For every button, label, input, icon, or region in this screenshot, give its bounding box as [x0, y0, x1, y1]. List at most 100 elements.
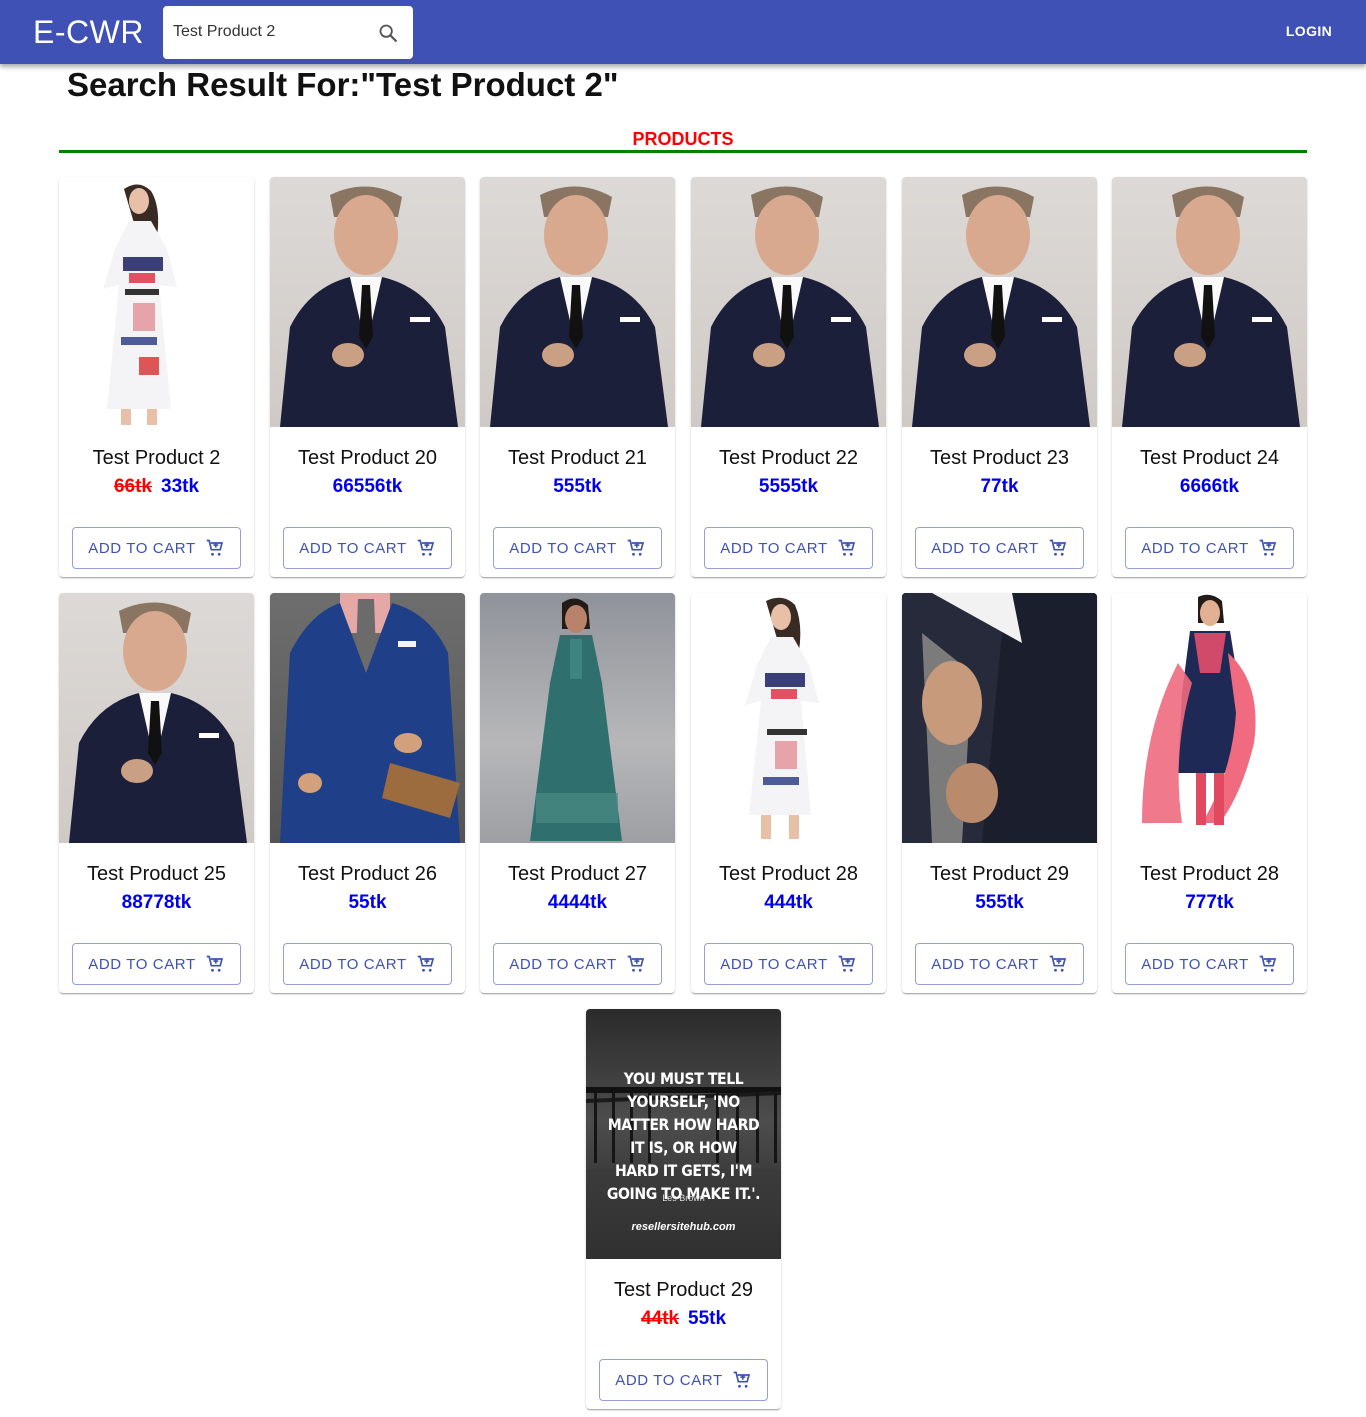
product-name[interactable]: Test Product 27: [480, 862, 675, 886]
product-price: 555tk: [480, 476, 675, 498]
product-card[interactable]: Test Product 21 555tk ADD TO CART: [480, 177, 675, 577]
add-to-cart-label: ADD TO CART: [720, 539, 828, 557]
current-price: 4444tk: [547, 892, 608, 913]
product-card[interactable]: Test Product 23 77tk ADD TO CART: [902, 177, 1097, 577]
quote-author: Les Brown: [662, 1193, 705, 1203]
old-price: 66tk: [113, 476, 152, 497]
add-to-cart-label: ADD TO CART: [299, 955, 407, 973]
product-card[interactable]: Test Product 20 66556tk ADD TO CART: [270, 177, 465, 577]
cart-icon: [626, 538, 646, 558]
product-card[interactable]: Test Product 29 555tk ADD TO CART: [902, 593, 1097, 993]
product-image[interactable]: [1112, 177, 1307, 427]
product-name[interactable]: Test Product 23: [902, 446, 1097, 470]
add-to-cart-label: ADD TO CART: [720, 955, 828, 973]
add-to-cart-button[interactable]: ADD TO CART: [493, 943, 662, 985]
product-name[interactable]: Test Product 26: [270, 862, 465, 886]
cart-icon: [416, 538, 436, 558]
add-to-cart-label: ADD TO CART: [509, 539, 617, 557]
login-button[interactable]: LOGIN: [1276, 16, 1342, 46]
product-name[interactable]: Test Product 22: [691, 446, 886, 470]
product-name[interactable]: Test Product 28: [1112, 862, 1307, 886]
cart-icon: [837, 538, 857, 558]
product-image[interactable]: [480, 177, 675, 427]
add-to-cart-button[interactable]: ADD TO CART: [283, 943, 452, 985]
current-price: 55tk: [348, 892, 387, 913]
add-to-cart-label: ADD TO CART: [931, 539, 1039, 557]
product-card[interactable]: Test Product 28 777tk ADD TO CART: [1112, 593, 1307, 993]
product-card[interactable]: Test Product 26 55tk ADD TO CART: [270, 593, 465, 993]
product-name[interactable]: Test Product 28: [691, 862, 886, 886]
add-to-cart-button[interactable]: ADD TO CART: [1125, 943, 1294, 985]
product-price: 5555tk: [691, 476, 886, 498]
product-card[interactable]: YOU MUST TELL YOURSELF, 'NO MATTER HOW H…: [586, 1009, 781, 1409]
product-price: 6666tk: [1112, 476, 1307, 498]
add-to-cart-button[interactable]: ADD TO CART: [704, 943, 873, 985]
search-icon[interactable]: [374, 19, 402, 47]
product-image[interactable]: [1112, 593, 1307, 843]
product-image[interactable]: YOU MUST TELL YOURSELF, 'NO MATTER HOW H…: [586, 1009, 781, 1259]
search-result-title: Search Result For:"Test Product 2": [67, 66, 619, 103]
product-image[interactable]: [691, 593, 886, 843]
product-card[interactable]: Test Product 24 6666tk ADD TO CART: [1112, 177, 1307, 577]
current-price: 77tk: [980, 476, 1019, 497]
quote-site: resellersitehub.com: [631, 1221, 736, 1233]
search-box: [163, 6, 413, 59]
product-price: 88778tk: [59, 892, 254, 914]
product-card[interactable]: Test Product 2 66tk 33tk ADD TO CART: [59, 177, 254, 577]
add-to-cart-button[interactable]: ADD TO CART: [72, 943, 241, 985]
product-price: 66556tk: [270, 476, 465, 498]
cart-icon: [626, 954, 646, 974]
current-price: 88778tk: [121, 892, 192, 913]
product-name[interactable]: Test Product 25: [59, 862, 254, 886]
product-image[interactable]: [59, 593, 254, 843]
add-to-cart-button[interactable]: ADD TO CART: [493, 527, 662, 569]
product-card[interactable]: Test Product 25 88778tk ADD TO CART: [59, 593, 254, 993]
add-to-cart-button[interactable]: ADD TO CART: [1125, 527, 1294, 569]
product-name[interactable]: Test Product 24: [1112, 446, 1307, 470]
product-name[interactable]: Test Product 21: [480, 446, 675, 470]
product-card[interactable]: Test Product 28 444tk ADD TO CART: [691, 593, 886, 993]
product-image[interactable]: [902, 177, 1097, 427]
cart-icon: [1048, 538, 1068, 558]
cart-icon: [416, 954, 436, 974]
current-price: 444tk: [764, 892, 813, 913]
product-name[interactable]: Test Product 2: [59, 446, 254, 470]
add-to-cart-button[interactable]: ADD TO CART: [915, 527, 1084, 569]
add-to-cart-button[interactable]: ADD TO CART: [704, 527, 873, 569]
add-to-cart-label: ADD TO CART: [1141, 539, 1249, 557]
quote-text: YOU MUST TELL YOURSELF, 'NO MATTER HOW H…: [606, 1069, 761, 1203]
current-price: 555tk: [553, 476, 602, 497]
product-price: 777tk: [1112, 892, 1307, 914]
add-to-cart-label: ADD TO CART: [88, 955, 196, 973]
add-to-cart-label: ADD TO CART: [509, 955, 617, 973]
current-price: 5555tk: [758, 476, 819, 497]
current-price: 777tk: [1185, 892, 1234, 913]
add-to-cart-button[interactable]: ADD TO CART: [599, 1359, 768, 1401]
product-card[interactable]: Test Product 27 4444tk ADD TO CART: [480, 593, 675, 993]
cart-icon: [205, 538, 225, 558]
add-to-cart-button[interactable]: ADD TO CART: [915, 943, 1084, 985]
search-input[interactable]: [173, 18, 368, 46]
product-price: 55tk: [270, 892, 465, 914]
product-image[interactable]: [480, 593, 675, 843]
brand-logo[interactable]: E-CWR: [33, 13, 144, 51]
add-to-cart-label: ADD TO CART: [615, 1371, 723, 1389]
product-image[interactable]: [902, 593, 1097, 843]
product-name[interactable]: Test Product 20: [270, 446, 465, 470]
current-price: 6666tk: [1179, 476, 1240, 497]
cart-icon: [205, 954, 225, 974]
cart-icon: [732, 1370, 752, 1390]
product-card[interactable]: Test Product 22 5555tk ADD TO CART: [691, 177, 886, 577]
product-image[interactable]: [270, 593, 465, 843]
add-to-cart-button[interactable]: ADD TO CART: [283, 527, 452, 569]
product-image[interactable]: [691, 177, 886, 427]
cart-icon: [1258, 954, 1278, 974]
product-price: 44tk 55tk: [586, 1308, 781, 1330]
product-name[interactable]: Test Product 29: [586, 1278, 781, 1302]
product-image[interactable]: [59, 177, 254, 427]
add-to-cart-button[interactable]: ADD TO CART: [72, 527, 241, 569]
product-price: 444tk: [691, 892, 886, 914]
product-name[interactable]: Test Product 29: [902, 862, 1097, 886]
product-image[interactable]: [270, 177, 465, 427]
product-price: 77tk: [902, 476, 1097, 498]
